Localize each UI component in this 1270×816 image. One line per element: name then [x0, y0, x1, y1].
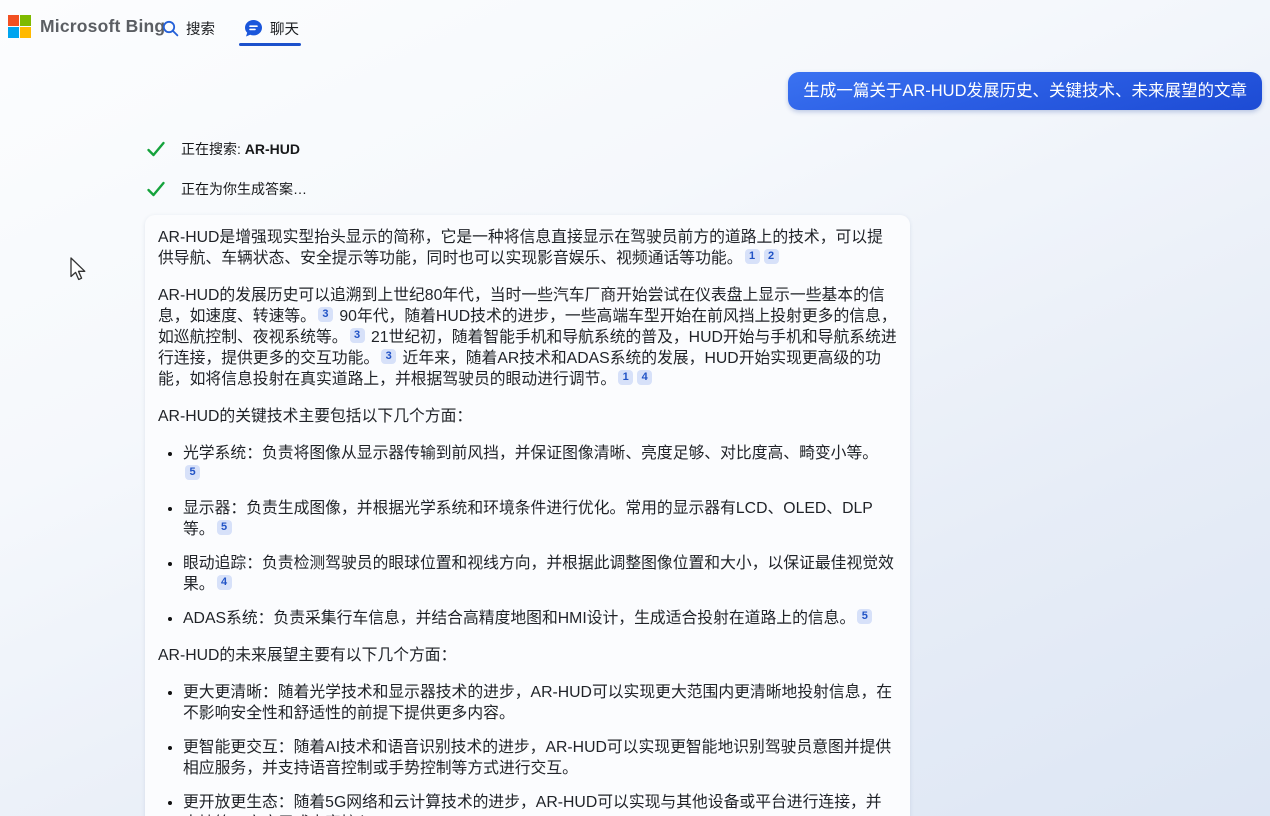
top-bar: Microsoft Bing 搜索 聊天: [0, 0, 1270, 56]
brand-name: Microsoft Bing: [40, 16, 165, 37]
checkmark-icon: [146, 139, 166, 159]
paragraph: AR-HUD是增强现实型抬头显示的简称，它是一种将信息直接显示在驾驶员前方的道路…: [158, 227, 897, 269]
mouse-cursor: [69, 257, 91, 283]
bullet-list: 光学系统：负责将图像从显示器传输到前风挡，并保证图像清晰、亮度足够、对比度高、畸…: [158, 443, 897, 629]
paragraph: AR-HUD的未来展望主要有以下几个方面：: [158, 645, 897, 666]
citation-badge[interactable]: 2: [764, 249, 779, 264]
chat-icon: [244, 19, 263, 38]
tab-search[interactable]: 搜索: [162, 18, 215, 39]
bullet-list: 更大更清晰：随着光学技术和显示器技术的进步，AR-HUD可以实现更大范围内更清晰…: [158, 682, 897, 816]
list-item: 光学系统：负责将图像从显示器传输到前风挡，并保证图像清晰、亮度足够、对比度高、畸…: [183, 443, 897, 485]
list-item: 更开放更生态：随着5G网络和云计算技术的进步，AR-HUD可以实现与其他设备或平…: [183, 792, 897, 816]
answer-card: AR-HUD是增强现实型抬头显示的简称，它是一种将信息直接显示在驾驶员前方的道路…: [145, 215, 910, 816]
status-generating: 正在为你生成答案…: [146, 179, 307, 199]
tab-chat[interactable]: 聊天: [244, 18, 299, 39]
citation-badge[interactable]: 5: [857, 609, 872, 624]
status-generating-text: 正在为你生成答案…: [181, 179, 307, 199]
paragraph: AR-HUD的发展历史可以追溯到上世纪80年代，当时一些汽车厂商开始尝试在仪表盘…: [158, 285, 897, 390]
list-item: 眼动追踪：负责检测驾驶员的眼球位置和视线方向，并根据此调整图像位置和大小，以保证…: [183, 553, 897, 595]
list-item: ADAS系统：负责采集行车信息，并结合高精度地图和HMI设计，生成适合投射在道路…: [183, 608, 897, 629]
citation-badge[interactable]: 3: [350, 328, 365, 343]
status-searching-text: 正在搜索: AR-HUD: [181, 139, 300, 159]
citation-badge[interactable]: 5: [185, 465, 200, 480]
citation-badge[interactable]: 1: [618, 370, 633, 385]
microsoft-logo-icon: [8, 15, 31, 38]
user-message-bubble: 生成一篇关于AR-HUD发展历史、关键技术、未来展望的文章: [788, 72, 1262, 110]
status-searching: 正在搜索: AR-HUD: [146, 139, 300, 159]
active-tab-underline: [239, 43, 301, 46]
search-icon: [162, 20, 179, 37]
tab-chat-label: 聊天: [270, 18, 299, 39]
answer-blocks: AR-HUD是增强现实型抬头显示的简称，它是一种将信息直接显示在驾驶员前方的道路…: [158, 227, 897, 816]
citation-badge[interactable]: 4: [637, 370, 652, 385]
checkmark-icon: [146, 179, 166, 199]
citation-badge[interactable]: 3: [318, 307, 333, 322]
search-term: AR-HUD: [245, 141, 300, 157]
paragraph: AR-HUD的关键技术主要包括以下几个方面：: [158, 406, 897, 427]
list-item: 更智能更交互：随着AI技术和语音识别技术的进步，AR-HUD可以实现更智能地识别…: [183, 737, 897, 779]
citation-badge[interactable]: 4: [217, 575, 232, 590]
list-item: 显示器：负责生成图像，并根据光学系统和环境条件进行优化。常用的显示器有LCD、O…: [183, 498, 897, 540]
tab-search-label: 搜索: [186, 18, 215, 39]
citation-badge[interactable]: 5: [217, 520, 232, 535]
bing-logo[interactable]: Microsoft Bing: [8, 15, 165, 38]
list-item: 更大更清晰：随着光学技术和显示器技术的进步，AR-HUD可以实现更大范围内更清晰…: [183, 682, 897, 724]
citation-badge[interactable]: 1: [745, 249, 760, 264]
citation-badge[interactable]: 3: [381, 349, 396, 364]
